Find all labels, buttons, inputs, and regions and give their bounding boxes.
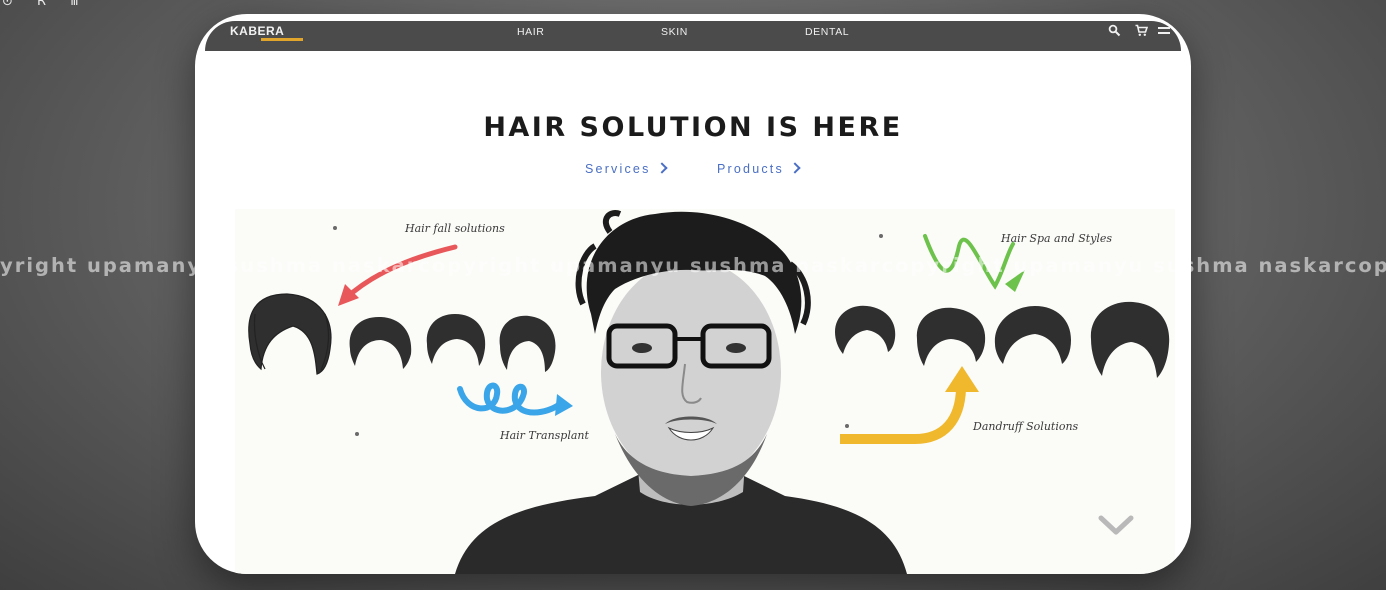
hair-transplant-label: Hair Transplant [500,429,589,442]
hero-illustration [235,209,1175,574]
bullet-dot [333,226,337,230]
hair-fall-label: Hair fall solutions [405,222,505,235]
bullet-dot [355,432,359,436]
device-frame: KABERA HAIR SKIN DENTAL HAIR SOLUTION IS… [195,14,1191,574]
hair-spa-label: Hair Spa and Styles [1001,232,1113,245]
corner-glyphs: ⊙ R ⅲ [2,0,89,9]
chevron-down-icon[interactable] [1098,514,1134,536]
dandruff-label: Dandruff Solutions [973,420,1079,433]
bullet-dot [879,234,883,238]
bullet-dot [845,424,849,428]
